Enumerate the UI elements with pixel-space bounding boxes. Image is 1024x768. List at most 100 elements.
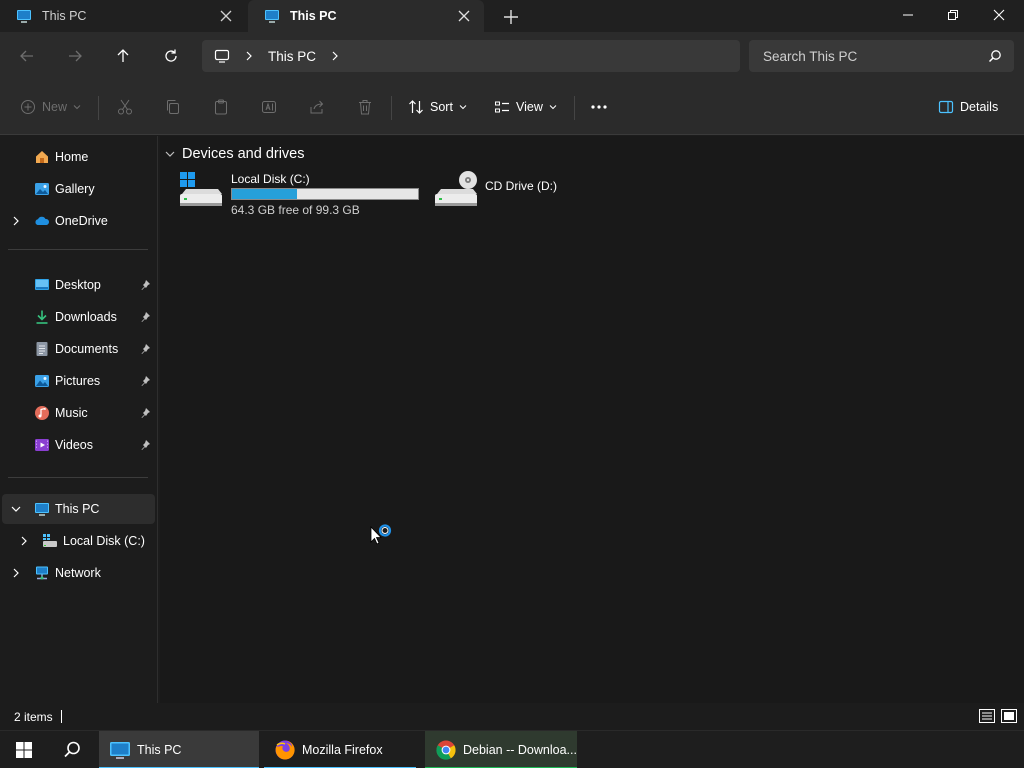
sort-icon xyxy=(409,100,423,114)
onedrive-icon xyxy=(35,216,50,225)
sidebar-item-music[interactable]: Music xyxy=(2,398,155,428)
details-view-icon[interactable] xyxy=(978,708,996,724)
view-label: View xyxy=(516,100,543,114)
file-explorer-icon xyxy=(110,742,130,759)
downloads-icon xyxy=(36,310,48,324)
sidebar-item-videos[interactable]: Videos xyxy=(2,430,155,460)
minimize-button[interactable] xyxy=(885,0,931,30)
address-row: This PC Search This PC xyxy=(0,32,1024,80)
share-button[interactable] xyxy=(308,94,326,120)
pin-icon[interactable] xyxy=(139,311,151,323)
drive-tile-d[interactable]: CD Drive (D:) xyxy=(433,170,583,220)
paste-button[interactable] xyxy=(212,94,230,120)
chevron-down-icon xyxy=(459,105,467,110)
sidebar-item-local-disk[interactable]: Local Disk (C:) xyxy=(2,526,155,556)
large-icons-view-icon[interactable] xyxy=(1000,708,1018,724)
close-tab-icon[interactable] xyxy=(456,8,472,24)
close-window-button[interactable] xyxy=(976,0,1022,30)
content-pane[interactable]: Devices and drives Local Disk (C:) 64.3 … xyxy=(160,136,1024,703)
chevron-right-icon[interactable] xyxy=(10,215,22,227)
chevron-right-icon[interactable] xyxy=(244,51,254,61)
drive-usage-fill xyxy=(232,189,298,199)
taskbar-app-this-pc[interactable]: This PC xyxy=(99,731,259,768)
sort-button[interactable]: Sort xyxy=(408,94,467,120)
forward-arrow-icon xyxy=(69,50,82,62)
chevron-down-icon xyxy=(549,105,557,110)
rename-button[interactable] xyxy=(260,94,278,120)
chevron-right-icon[interactable] xyxy=(18,535,30,547)
taskbar-app-chrome[interactable]: Debian -- Downloa... xyxy=(425,731,577,768)
sidebar-item-label: This PC xyxy=(55,502,100,516)
sidebar-item-this-pc[interactable]: This PC xyxy=(2,494,155,524)
cut-button[interactable] xyxy=(116,94,134,120)
sidebar-item-home[interactable]: Home xyxy=(2,142,155,172)
view-button[interactable]: View xyxy=(494,94,557,120)
delete-button[interactable] xyxy=(356,94,374,120)
drive-tile-c[interactable]: Local Disk (C:) 64.3 GB free of 99.3 GB xyxy=(178,170,428,220)
drive-name: Local Disk (C:) xyxy=(231,172,310,186)
tab-this-pc-1[interactable]: This PC xyxy=(0,0,246,32)
new-tab-icon[interactable] xyxy=(500,6,522,28)
cd-drive-icon xyxy=(435,171,477,206)
chevron-right-icon[interactable] xyxy=(330,51,340,61)
sidebar-item-label: Music xyxy=(55,406,88,420)
address-bar[interactable]: This PC xyxy=(202,40,740,72)
windows-start-icon[interactable] xyxy=(12,739,36,761)
sidebar-item-downloads[interactable]: Downloads xyxy=(2,302,155,332)
see-more-button[interactable] xyxy=(590,94,608,120)
view-icon xyxy=(495,101,509,113)
divider xyxy=(8,249,148,250)
chevron-right-icon[interactable] xyxy=(10,567,22,579)
search-input[interactable]: Search This PC xyxy=(749,40,1014,72)
divider xyxy=(98,96,99,120)
refresh-button[interactable] xyxy=(157,42,185,70)
chevron-down-icon[interactable] xyxy=(10,503,22,515)
details-label: Details xyxy=(960,100,999,114)
more-icon xyxy=(591,105,607,109)
this-pc-icon xyxy=(17,10,31,23)
sidebar-item-gallery[interactable]: Gallery xyxy=(2,174,155,204)
sidebar-item-pictures[interactable]: Pictures xyxy=(2,366,155,396)
up-button[interactable] xyxy=(109,42,137,70)
taskbar-app-label: This PC xyxy=(137,743,182,757)
tab-this-pc-2[interactable]: This PC xyxy=(248,0,484,32)
rename-icon xyxy=(262,101,276,113)
taskbar-app-firefox[interactable]: Mozilla Firefox xyxy=(264,731,416,768)
close-tab-icon[interactable] xyxy=(218,8,234,24)
divider xyxy=(8,477,148,478)
this-pc-icon xyxy=(35,503,49,516)
local-disk-icon xyxy=(180,172,222,206)
busy-cursor-icon xyxy=(370,524,392,545)
breadcrumb-this-pc[interactable]: This PC xyxy=(268,49,316,64)
forward-button[interactable] xyxy=(61,42,89,70)
tab-label: This PC xyxy=(42,9,87,23)
pin-icon[interactable] xyxy=(139,279,151,291)
up-arrow-icon xyxy=(117,49,129,62)
sidebar-item-documents[interactable]: Documents xyxy=(2,334,155,364)
pin-icon[interactable] xyxy=(139,407,151,419)
copy-button[interactable] xyxy=(164,94,182,120)
chrome-icon xyxy=(436,740,456,760)
details-button[interactable]: Details xyxy=(938,94,998,120)
new-label: New xyxy=(42,100,68,114)
search-icon[interactable] xyxy=(60,739,84,761)
local-disk-icon xyxy=(43,534,57,547)
this-pc-icon xyxy=(265,10,279,23)
sidebar-item-desktop[interactable]: Desktop xyxy=(2,270,155,300)
restore-button[interactable] xyxy=(930,0,976,30)
pin-icon[interactable] xyxy=(139,439,151,451)
back-button[interactable] xyxy=(13,42,41,70)
new-button[interactable]: New xyxy=(20,94,81,120)
sidebar-item-label: Gallery xyxy=(55,182,95,196)
restore-icon xyxy=(948,10,958,20)
status-bar: 2 items xyxy=(0,703,1024,730)
copy-icon xyxy=(167,100,179,114)
pin-icon[interactable] xyxy=(139,343,151,355)
pin-icon[interactable] xyxy=(139,375,151,387)
search-icon xyxy=(988,50,1001,63)
sidebar-item-network[interactable]: Network xyxy=(2,558,155,588)
chevron-down-icon[interactable] xyxy=(164,148,176,160)
sidebar-item-onedrive[interactable]: OneDrive xyxy=(2,206,155,236)
sidebar-item-label: Pictures xyxy=(55,374,101,388)
group-header-devices[interactable]: Devices and drives xyxy=(164,144,305,164)
